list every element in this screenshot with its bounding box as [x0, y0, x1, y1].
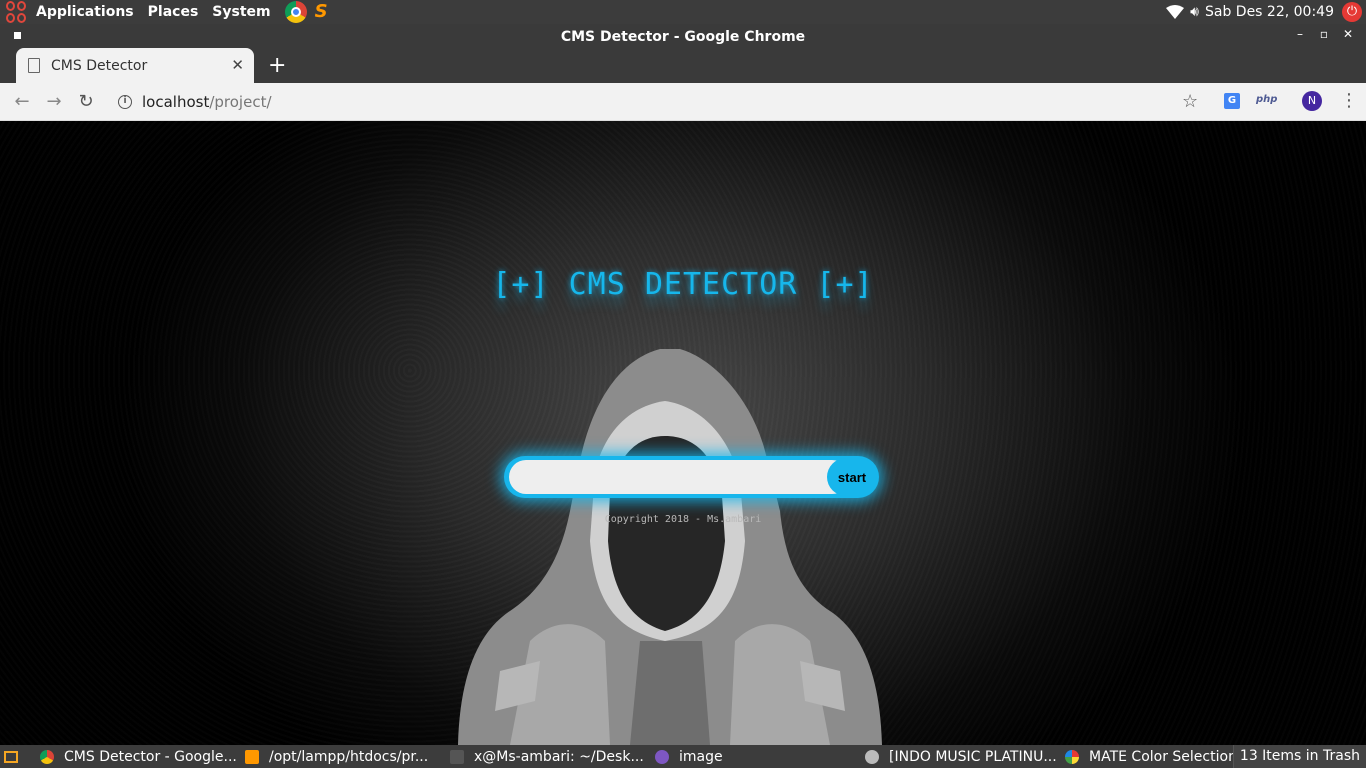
window-title-bar: CMS Detector - Google Chrome – ▫ ✕: [0, 24, 1366, 48]
chrome-icon: [40, 749, 54, 764]
task-label: MATE Color Selection: [1089, 748, 1237, 765]
tab-strip: CMS Detector ✕ +: [0, 48, 1366, 83]
task-label: CMS Detector - Google...: [64, 748, 237, 765]
media-player-icon: [865, 749, 879, 764]
task-sublime[interactable]: /opt/lampp/htdocs/pr...: [245, 749, 450, 765]
system-tray: 🔊︎ Sab Des 22, 00:49 ⏻: [1166, 0, 1366, 24]
info-icon[interactable]: i: [118, 95, 132, 109]
menu-places[interactable]: Places: [148, 4, 199, 20]
task-chrome[interactable]: CMS Detector - Google...: [40, 749, 245, 765]
url-host: localhost: [142, 93, 210, 111]
sublime-icon: [245, 749, 259, 764]
task-label: x@Ms-ambari: ~/Desk...: [474, 748, 644, 765]
bookmark-star-icon[interactable]: ☆: [1182, 91, 1198, 112]
sublime-launcher-icon[interactable]: S: [315, 2, 333, 22]
back-icon[interactable]: ←: [6, 91, 38, 112]
url-input[interactable]: [509, 460, 849, 494]
chrome-launcher-icon[interactable]: [284, 1, 307, 23]
copyright-text: Copyright 2018 - Ms.ambari: [604, 514, 762, 525]
minimize-icon[interactable]: –: [1290, 27, 1310, 41]
clock[interactable]: Sab Des 22, 00:49: [1205, 4, 1334, 20]
show-desktop-icon[interactable]: [4, 750, 18, 763]
page-icon: [28, 58, 40, 73]
forward-icon[interactable]: →: [38, 91, 70, 112]
trash-applet[interactable]: 13 Items in Trash: [1232, 745, 1366, 768]
menu-applications[interactable]: Applications: [36, 4, 134, 20]
task-terminal[interactable]: x@Ms-ambari: ~/Desk...: [450, 749, 655, 765]
search-form: start: [504, 456, 879, 498]
php-extension-icon[interactable]: php: [1256, 94, 1277, 105]
new-tab-icon[interactable]: +: [268, 53, 286, 78]
google-translate-icon[interactable]: G: [1224, 93, 1240, 109]
task-label: [INDO MUSIC PLATINU...: [889, 748, 1057, 765]
task-label: /opt/lampp/htdocs/pr...: [269, 748, 429, 765]
close-window-icon[interactable]: ✕: [1338, 27, 1358, 41]
task-media-player[interactable]: [INDO MUSIC PLATINU...: [865, 749, 1065, 765]
terminal-icon: [450, 749, 464, 764]
power-icon[interactable]: ⏻: [1342, 2, 1362, 22]
tab-title: CMS Detector: [51, 57, 148, 74]
hooded-figure-image: [458, 349, 882, 745]
bottom-taskbar: CMS Detector - Google... /opt/lampp/htdo…: [0, 745, 1366, 768]
tab-close-icon[interactable]: ✕: [231, 56, 244, 74]
window-title: CMS Detector - Google Chrome: [560, 29, 806, 45]
applications-menu-icon[interactable]: [6, 1, 28, 23]
task-image[interactable]: image: [655, 749, 865, 765]
page-title: [+] CMS DETECTOR [+]: [492, 267, 874, 302]
maximize-icon[interactable]: ▫: [1314, 27, 1334, 41]
tab-cms-detector[interactable]: CMS Detector ✕: [16, 48, 254, 83]
color-selection-icon: [1065, 749, 1079, 764]
profile-avatar[interactable]: N: [1302, 91, 1322, 111]
page-viewport: [+] CMS DETECTOR [+] start Copyright 201…: [0, 121, 1366, 745]
top-panel: Applications Places System S 🔊︎ Sab Des …: [0, 0, 1366, 24]
start-button[interactable]: start: [827, 458, 877, 496]
wifi-icon[interactable]: [1166, 5, 1185, 19]
address-bar[interactable]: i localhost/project/: [110, 87, 1210, 117]
image-viewer-icon: [655, 749, 669, 764]
task-label: image: [679, 748, 723, 765]
reload-icon[interactable]: ↻: [70, 91, 102, 112]
menu-system[interactable]: System: [212, 4, 270, 20]
browser-toolbar: ← → ↻ i localhost/project/ ☆ G php N ⋮: [0, 83, 1366, 121]
volume-icon[interactable]: 🔊︎: [1190, 4, 1199, 20]
url-path: /project/: [209, 93, 272, 111]
chrome-menu-icon[interactable]: ⋮: [1340, 90, 1358, 111]
task-color-selection[interactable]: MATE Color Selection: [1065, 749, 1245, 765]
